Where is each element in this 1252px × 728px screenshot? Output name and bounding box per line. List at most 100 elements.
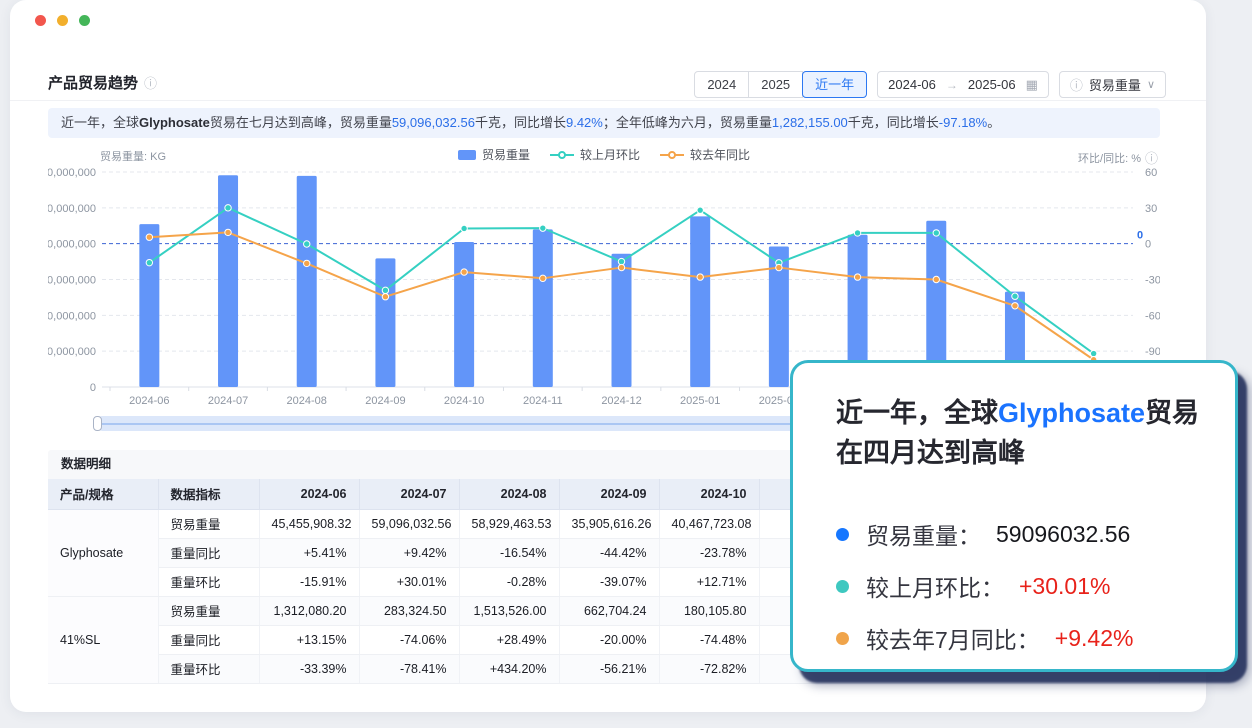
value-cell: +28.49%: [459, 625, 559, 654]
tooltip-title-segment: Glyphosate: [998, 398, 1145, 428]
metric-dropdown[interactable]: ⓘ 贸易重量 ∨: [1059, 71, 1166, 98]
summary-segment: 近一年，全球: [61, 115, 139, 130]
metric-cell: 重量环比: [158, 567, 259, 596]
datazoom-left-handle[interactable]: [93, 416, 102, 431]
value-cell: 1,513,526.00: [459, 596, 559, 625]
title-info-icon[interactable]: ⓘ: [144, 73, 157, 92]
screen: 产品贸易趋势 ⓘ 20242025近一年 2024-06 → 2025-06 ▦…: [0, 0, 1252, 728]
value-cell: -15.91%: [259, 567, 359, 596]
table-header: 2024-09: [559, 479, 659, 509]
value-cell: +30.01%: [359, 567, 459, 596]
value-cell: 59,096,032.56: [359, 509, 459, 538]
insight-tooltip: 近一年，全球Glyphosate贸易在四月达到高峰 贸易重量： 59096032.…: [790, 360, 1238, 672]
value-cell: 58,929,463.53: [459, 509, 559, 538]
time-range-button-2024[interactable]: 2024: [694, 71, 749, 98]
value-cell: +434.20%: [459, 654, 559, 683]
svg-text:60,000,000: 60,000,000: [48, 167, 96, 179]
svg-text:0: 0: [1145, 239, 1151, 251]
page-title: 产品贸易趋势: [48, 72, 138, 93]
tooltip-metric-label: 贸易重量：: [866, 517, 981, 551]
value-cell: -33.39%: [259, 654, 359, 683]
metric-cell: 重量同比: [158, 538, 259, 567]
maximize-window-icon[interactable]: [79, 15, 90, 26]
tooltip-metric-value: 59096032.56: [996, 521, 1130, 548]
tooltip-title-segment: 近一年，全球: [836, 398, 998, 428]
metric-dot-icon: [836, 528, 849, 541]
window-controls: [35, 15, 90, 26]
tooltip-metric-row: 贸易重量： 59096032.56: [836, 515, 1211, 553]
svg-text:2025-01: 2025-01: [680, 395, 720, 407]
metric-cell: 重量环比: [158, 654, 259, 683]
summary-segment: 贸易在七月达到高峰，贸易重量: [210, 115, 392, 130]
metric-cell: 贸易重量: [158, 596, 259, 625]
time-range-button-近一年[interactable]: 近一年: [802, 71, 867, 98]
svg-text:40,000,000: 40,000,000: [48, 239, 96, 251]
metric-cell: 贸易重量: [158, 509, 259, 538]
tooltip-metric-label: 较去年7月同比：: [866, 621, 1040, 655]
date-start: 2024-06: [888, 77, 936, 92]
value-cell: -23.78%: [659, 538, 759, 567]
tooltip-title-line2: 在四月达到高峰: [836, 438, 1025, 468]
value-cell: -16.54%: [459, 538, 559, 567]
value-cell: -74.06%: [359, 625, 459, 654]
metric-info-icon: ⓘ: [1070, 75, 1083, 94]
table-header: 2024-08: [459, 479, 559, 509]
tooltip-title-segment: 贸易: [1145, 398, 1199, 428]
value-cell: -0.28%: [459, 567, 559, 596]
svg-text:-30: -30: [1145, 275, 1160, 287]
value-cell: +9.42%: [359, 538, 459, 567]
svg-text:30: 30: [1145, 203, 1157, 215]
value-cell: 662,704.24: [559, 596, 659, 625]
header-divider: [10, 100, 1206, 101]
date-range-picker[interactable]: 2024-06 → 2025-06 ▦: [877, 71, 1049, 98]
table-header: 数据指标: [158, 479, 259, 509]
value-cell: -39.07%: [559, 567, 659, 596]
summary-segment: 59,096,032.56: [392, 115, 475, 130]
value-cell: -20.00%: [559, 625, 659, 654]
value-cell: 35,905,616.26: [559, 509, 659, 538]
metric-dot-icon: [836, 580, 849, 593]
minimize-window-icon[interactable]: [57, 15, 68, 26]
svg-text:-90: -90: [1145, 346, 1160, 358]
svg-text:2024-08: 2024-08: [287, 395, 327, 407]
svg-text:2024-12: 2024-12: [601, 395, 641, 407]
tooltip-items: 贸易重量： 59096032.56 较上月环比： +30.01% 较去年7月同比： +9.…: [836, 501, 1211, 657]
value-cell: -78.41%: [359, 654, 459, 683]
value-cell: -44.42%: [559, 538, 659, 567]
product-cell: 41%SL: [48, 596, 158, 683]
tooltip-metric-value: +30.01%: [1019, 573, 1110, 600]
value-cell: -74.48%: [659, 625, 759, 654]
svg-text:2024-10: 2024-10: [444, 395, 484, 407]
close-window-icon[interactable]: [35, 15, 46, 26]
metric-dot-icon: [836, 632, 849, 645]
page-title-row: 产品贸易趋势 ⓘ: [48, 72, 157, 93]
summary-segment: ；全年低峰为六月，贸易重量: [603, 115, 772, 130]
value-cell: -56.21%: [559, 654, 659, 683]
chevron-down-icon: ∨: [1147, 78, 1155, 91]
table-header: 2024-10: [659, 479, 759, 509]
value-cell: 1,312,080.20: [259, 596, 359, 625]
value-cell: 45,455,908.32: [259, 509, 359, 538]
metric-dropdown-label: 贸易重量: [1089, 75, 1141, 94]
svg-text:50,000,000: 50,000,000: [48, 203, 96, 215]
summary-segment: 1,282,155.00: [772, 115, 848, 130]
value-cell: 180,105.80: [659, 596, 759, 625]
value-cell: +5.41%: [259, 538, 359, 567]
svg-text:2024-07: 2024-07: [208, 395, 248, 407]
date-arrow-icon: →: [946, 78, 958, 92]
metric-cell: 重量同比: [158, 625, 259, 654]
tooltip-metric-label: 较上月环比：: [866, 569, 1004, 603]
tooltip-title: 近一年，全球Glyphosate贸易在四月达到高峰: [836, 393, 1208, 473]
tooltip-metric-value: +9.42%: [1055, 625, 1134, 652]
svg-text:10,000,000: 10,000,000: [48, 346, 96, 358]
tooltip-metric-row: 较上月环比： +30.01%: [836, 567, 1211, 605]
summary-segment: 9.42%: [566, 115, 603, 130]
svg-text:-60: -60: [1145, 310, 1160, 322]
date-end: 2025-06: [968, 77, 1016, 92]
value-cell: -72.82%: [659, 654, 759, 683]
summary-segment: Glyphosate: [139, 115, 210, 130]
product-cell: Glyphosate: [48, 509, 158, 596]
summary-segment: 千克，同比增长: [848, 115, 939, 130]
time-range-button-2025[interactable]: 2025: [748, 71, 803, 98]
svg-text:20,000,000: 20,000,000: [48, 310, 96, 322]
